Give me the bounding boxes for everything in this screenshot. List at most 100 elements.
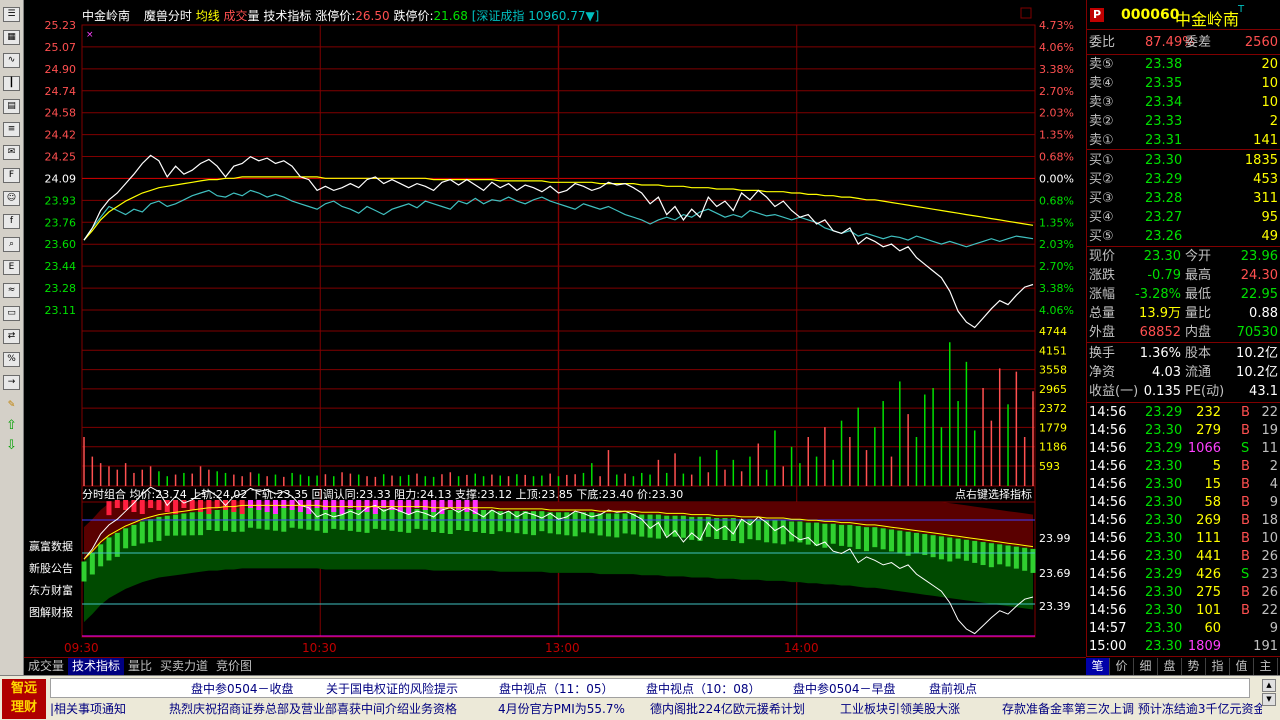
news-headline[interactable]: 盘前视点 bbox=[929, 679, 977, 697]
tick-row[interactable]: 14:56 23.30 101 B 22 bbox=[1087, 602, 1280, 620]
toolbar-window-icon[interactable]: ▭ bbox=[3, 306, 20, 321]
news-headline[interactable]: 热烈庆祝招商证券总部及营业部喜获中间介绍业务资格 bbox=[169, 699, 457, 719]
quote-tab[interactable]: 价 bbox=[1110, 658, 1134, 675]
toolbar-compare-icon[interactable]: ⇄ bbox=[3, 329, 20, 344]
tick-row[interactable]: 14:56 23.30 269 B 18 bbox=[1087, 512, 1280, 530]
side-link[interactable]: 新股公告 bbox=[29, 561, 73, 575]
bid-row[interactable]: 买① 23.30 1835 bbox=[1087, 151, 1280, 170]
side-link[interactable]: 图解财报 bbox=[29, 605, 73, 619]
bid-row[interactable]: 买② 23.29 453 bbox=[1087, 170, 1280, 189]
quote-tab[interactable]: 势 bbox=[1182, 658, 1206, 675]
toolbar-sort-icon[interactable]: ≡ bbox=[3, 122, 20, 137]
toolbar-pencil-icon[interactable]: ✎ bbox=[3, 398, 20, 413]
ask-row[interactable]: 卖⑤ 23.38 20 bbox=[1087, 55, 1280, 74]
quote-tab[interactable]: 值 bbox=[1230, 658, 1254, 675]
tick-row[interactable]: 14:56 23.30 58 B 9 bbox=[1087, 494, 1280, 512]
bid-volume: 311 bbox=[1253, 191, 1278, 206]
ask-price: 23.35 bbox=[1145, 76, 1183, 91]
stat-label: 涨跌 bbox=[1089, 268, 1116, 283]
tick-row[interactable]: 14:57 23.30 60 9 bbox=[1087, 620, 1280, 638]
tick-row[interactable]: 14:56 23.29 426 S 23 bbox=[1087, 566, 1280, 584]
toolbar-trend-icon[interactable]: ≈ bbox=[3, 283, 20, 298]
news-headline[interactable]: 4月份官方PMI为55.7% bbox=[498, 699, 625, 719]
quote-tab[interactable]: 主 bbox=[1254, 658, 1278, 675]
stat-row: 涨幅 -3.28% 最低 22.95 bbox=[1087, 285, 1280, 304]
news-scroll-down-icon[interactable]: ▼ bbox=[1262, 693, 1276, 706]
tick-row[interactable]: 14:56 23.30 441 B 26 bbox=[1087, 548, 1280, 566]
quote-tab[interactable]: 细 bbox=[1134, 658, 1158, 675]
bid-row[interactable]: 买④ 23.27 95 bbox=[1087, 208, 1280, 227]
header-indicator[interactable]: 技术指标 bbox=[263, 9, 311, 23]
bid-row[interactable]: 买⑤ 23.26 49 bbox=[1087, 227, 1280, 246]
tick-row[interactable]: 14:56 23.30 279 B 19 bbox=[1087, 422, 1280, 440]
news-headline[interactable]: 工业板块引领美股大涨 bbox=[840, 699, 960, 719]
side-link[interactable]: 东方财富 bbox=[29, 583, 73, 597]
toolbar-table-icon[interactable]: ▦ bbox=[3, 30, 20, 45]
tick-row[interactable]: 14:56 23.30 15 B 4 bbox=[1087, 476, 1280, 494]
header-mode[interactable]: 魔兽分时 bbox=[144, 9, 192, 23]
toolbar-line-chart-icon[interactable]: ∿ bbox=[3, 53, 20, 68]
tab-tech-indicator[interactable]: 技术指标 bbox=[68, 658, 125, 675]
header-index-text[interactable]: [深证成指 10960.77▼] bbox=[472, 9, 600, 23]
news-headline[interactable]: 存款准备金率第三次上调 预计冻结逾3千亿元资金 bbox=[1002, 699, 1262, 719]
news-headline[interactable]: |相关事项通知 bbox=[50, 699, 126, 719]
maximize-icon[interactable] bbox=[1020, 7, 1032, 19]
tick-count: 191 bbox=[1253, 639, 1278, 654]
indicator-hint[interactable]: 点右键选择指标 bbox=[955, 487, 1032, 501]
header-limit-down-value: 21.68 bbox=[433, 9, 468, 23]
ask-row[interactable]: 卖① 23.31 141 bbox=[1087, 131, 1280, 150]
bid-label: 买④ bbox=[1089, 210, 1114, 225]
logo-line-2: 理财 bbox=[10, 700, 37, 715]
tab-auction-chart[interactable]: 竞价图 bbox=[212, 658, 256, 675]
bid-row[interactable]: 买③ 23.28 311 bbox=[1087, 189, 1280, 208]
toolbar-search-icon[interactable]: ⌕ bbox=[3, 237, 20, 252]
news-headline[interactable]: 德内阁批224亿欧元援希计划 bbox=[650, 699, 805, 719]
quote-code: 000060 bbox=[1121, 7, 1180, 23]
header-stock-name: 中金岭南 bbox=[82, 9, 131, 23]
news-headline[interactable]: 盘中视点（11：05） bbox=[499, 679, 614, 697]
ask-row[interactable]: 卖④ 23.35 10 bbox=[1087, 74, 1280, 93]
tick-row[interactable]: 14:56 23.30 5 B 2 bbox=[1087, 458, 1280, 476]
tab-volume-ratio[interactable]: 量比 bbox=[124, 658, 156, 675]
tick-price: 23.29 bbox=[1145, 405, 1183, 420]
toolbar-news-icon[interactable]: ✉ bbox=[3, 145, 20, 160]
tick-row[interactable]: 15:00 23.30 1809 191 bbox=[1087, 638, 1280, 656]
news-headline[interactable]: 关于国电权证的风险提示 bbox=[326, 679, 458, 697]
header-limit-up-value: 26.50 bbox=[355, 9, 390, 23]
news-headline[interactable]: 盘中视点（10：08） bbox=[646, 679, 761, 697]
bid-volume: 453 bbox=[1253, 172, 1278, 187]
stat-value: 23.96 bbox=[1240, 249, 1278, 264]
toolbar-users-icon[interactable]: ☺ bbox=[3, 191, 20, 206]
tick-row[interactable]: 14:56 23.30 111 B 10 bbox=[1087, 530, 1280, 548]
news-scroll-up-icon[interactable]: ▲ bbox=[1262, 679, 1276, 692]
intraday-chart[interactable]: × 25.23 4.73% 25.07 4.06% 24.90 3.38% 24.74 2.70… bbox=[24, 0, 1086, 675]
broker-logo[interactable]: 智远 理财 bbox=[2, 679, 46, 719]
toolbar-report-icon[interactable]: ▤ bbox=[3, 99, 20, 114]
toolbar-arrow-up-icon[interactable]: ⇧ bbox=[3, 418, 20, 433]
tick-side: B bbox=[1241, 549, 1250, 564]
pct-tick: 2.03% bbox=[1039, 107, 1074, 120]
toolbar-etf-icon[interactable]: E bbox=[3, 260, 20, 275]
tick-row[interactable]: 14:56 23.29 1066 S 11 bbox=[1087, 440, 1280, 458]
toolbar-quote-list-icon[interactable]: ☰ bbox=[3, 7, 20, 22]
toolbar-arrow-down-icon[interactable]: ⇩ bbox=[3, 438, 20, 453]
ask-row[interactable]: 卖② 23.33 2 bbox=[1087, 112, 1280, 131]
toolbar-f10-info-icon[interactable]: f bbox=[3, 214, 20, 229]
toolbar-login-icon[interactable]: → bbox=[3, 375, 20, 390]
news-headline[interactable]: 盘中参0504－早盘 bbox=[793, 679, 896, 697]
quote-tab[interactable]: 笔 bbox=[1086, 658, 1110, 675]
tick-row[interactable]: 14:56 23.30 275 B 26 bbox=[1087, 584, 1280, 602]
time-tick: 09:30 bbox=[64, 641, 99, 655]
news-headline[interactable]: 盘中参0504－收盘 bbox=[191, 679, 294, 697]
toolbar-percent-icon[interactable]: % bbox=[3, 352, 20, 367]
toolbar-kline-icon[interactable]: ┃ bbox=[3, 76, 20, 91]
quote-tab[interactable]: 盘 bbox=[1158, 658, 1182, 675]
quote-tab[interactable]: 指 bbox=[1206, 658, 1230, 675]
toolbar-f10-icon[interactable]: F bbox=[3, 168, 20, 183]
ask-row[interactable]: 卖③ 23.34 10 bbox=[1087, 93, 1280, 112]
side-link[interactable]: 赢富数据 bbox=[29, 539, 73, 553]
stat2-label: 换手 bbox=[1089, 346, 1116, 361]
tab-buy-sell-power[interactable]: 买卖力道 bbox=[156, 658, 212, 675]
tick-row[interactable]: 14:56 23.29 232 B 22 bbox=[1087, 404, 1280, 422]
tab-volume[interactable]: 成交量 bbox=[24, 658, 68, 675]
